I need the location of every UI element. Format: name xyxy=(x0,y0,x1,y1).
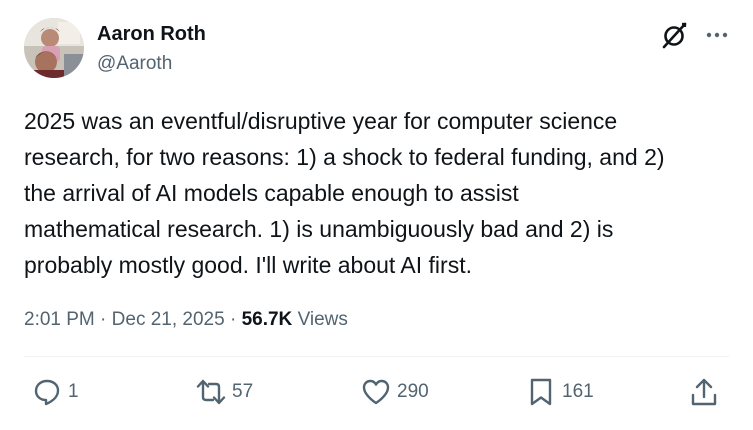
bookmark-button[interactable]: 161 xyxy=(526,377,594,407)
post-text: 2025 was an eventful/disruptive year for… xyxy=(24,108,665,278)
author-handle[interactable]: @Aaroth xyxy=(97,52,172,76)
post-date[interactable]: Dec 21, 2025 xyxy=(112,309,225,330)
avatar-photo xyxy=(24,18,84,78)
views-count: 56.7K xyxy=(241,309,293,330)
repost-icon xyxy=(196,379,226,405)
divider xyxy=(24,356,729,357)
repost-count: 57 xyxy=(232,381,254,402)
meta-separator: · xyxy=(100,309,107,330)
more-icon[interactable] xyxy=(704,22,730,48)
like-count: 290 xyxy=(397,381,429,402)
heart-icon xyxy=(362,379,390,405)
share-button[interactable] xyxy=(689,377,719,407)
reply-count: 1 xyxy=(68,381,79,402)
like-button[interactable]: 290 xyxy=(361,377,429,407)
bookmark-count: 161 xyxy=(562,381,594,402)
action-bar: 1 57 290 161 xyxy=(0,377,753,413)
bookmark-icon xyxy=(530,378,552,406)
meta-separator: · xyxy=(229,309,237,330)
reply-icon xyxy=(34,379,60,406)
repost-button[interactable]: 57 xyxy=(196,377,253,407)
post-meta: 2:01 PM · Dec 21, 2025 · 56.7K Views xyxy=(24,306,348,334)
author-name[interactable]: Aaron Roth xyxy=(97,22,206,46)
reply-button[interactable]: 1 xyxy=(32,377,79,407)
avatar[interactable] xyxy=(24,18,84,78)
post-top-actions xyxy=(660,20,730,50)
views-label: Views xyxy=(297,309,348,330)
share-icon xyxy=(691,378,717,406)
grok-icon[interactable] xyxy=(660,20,690,50)
post-time[interactable]: 2:01 PM xyxy=(24,309,95,330)
